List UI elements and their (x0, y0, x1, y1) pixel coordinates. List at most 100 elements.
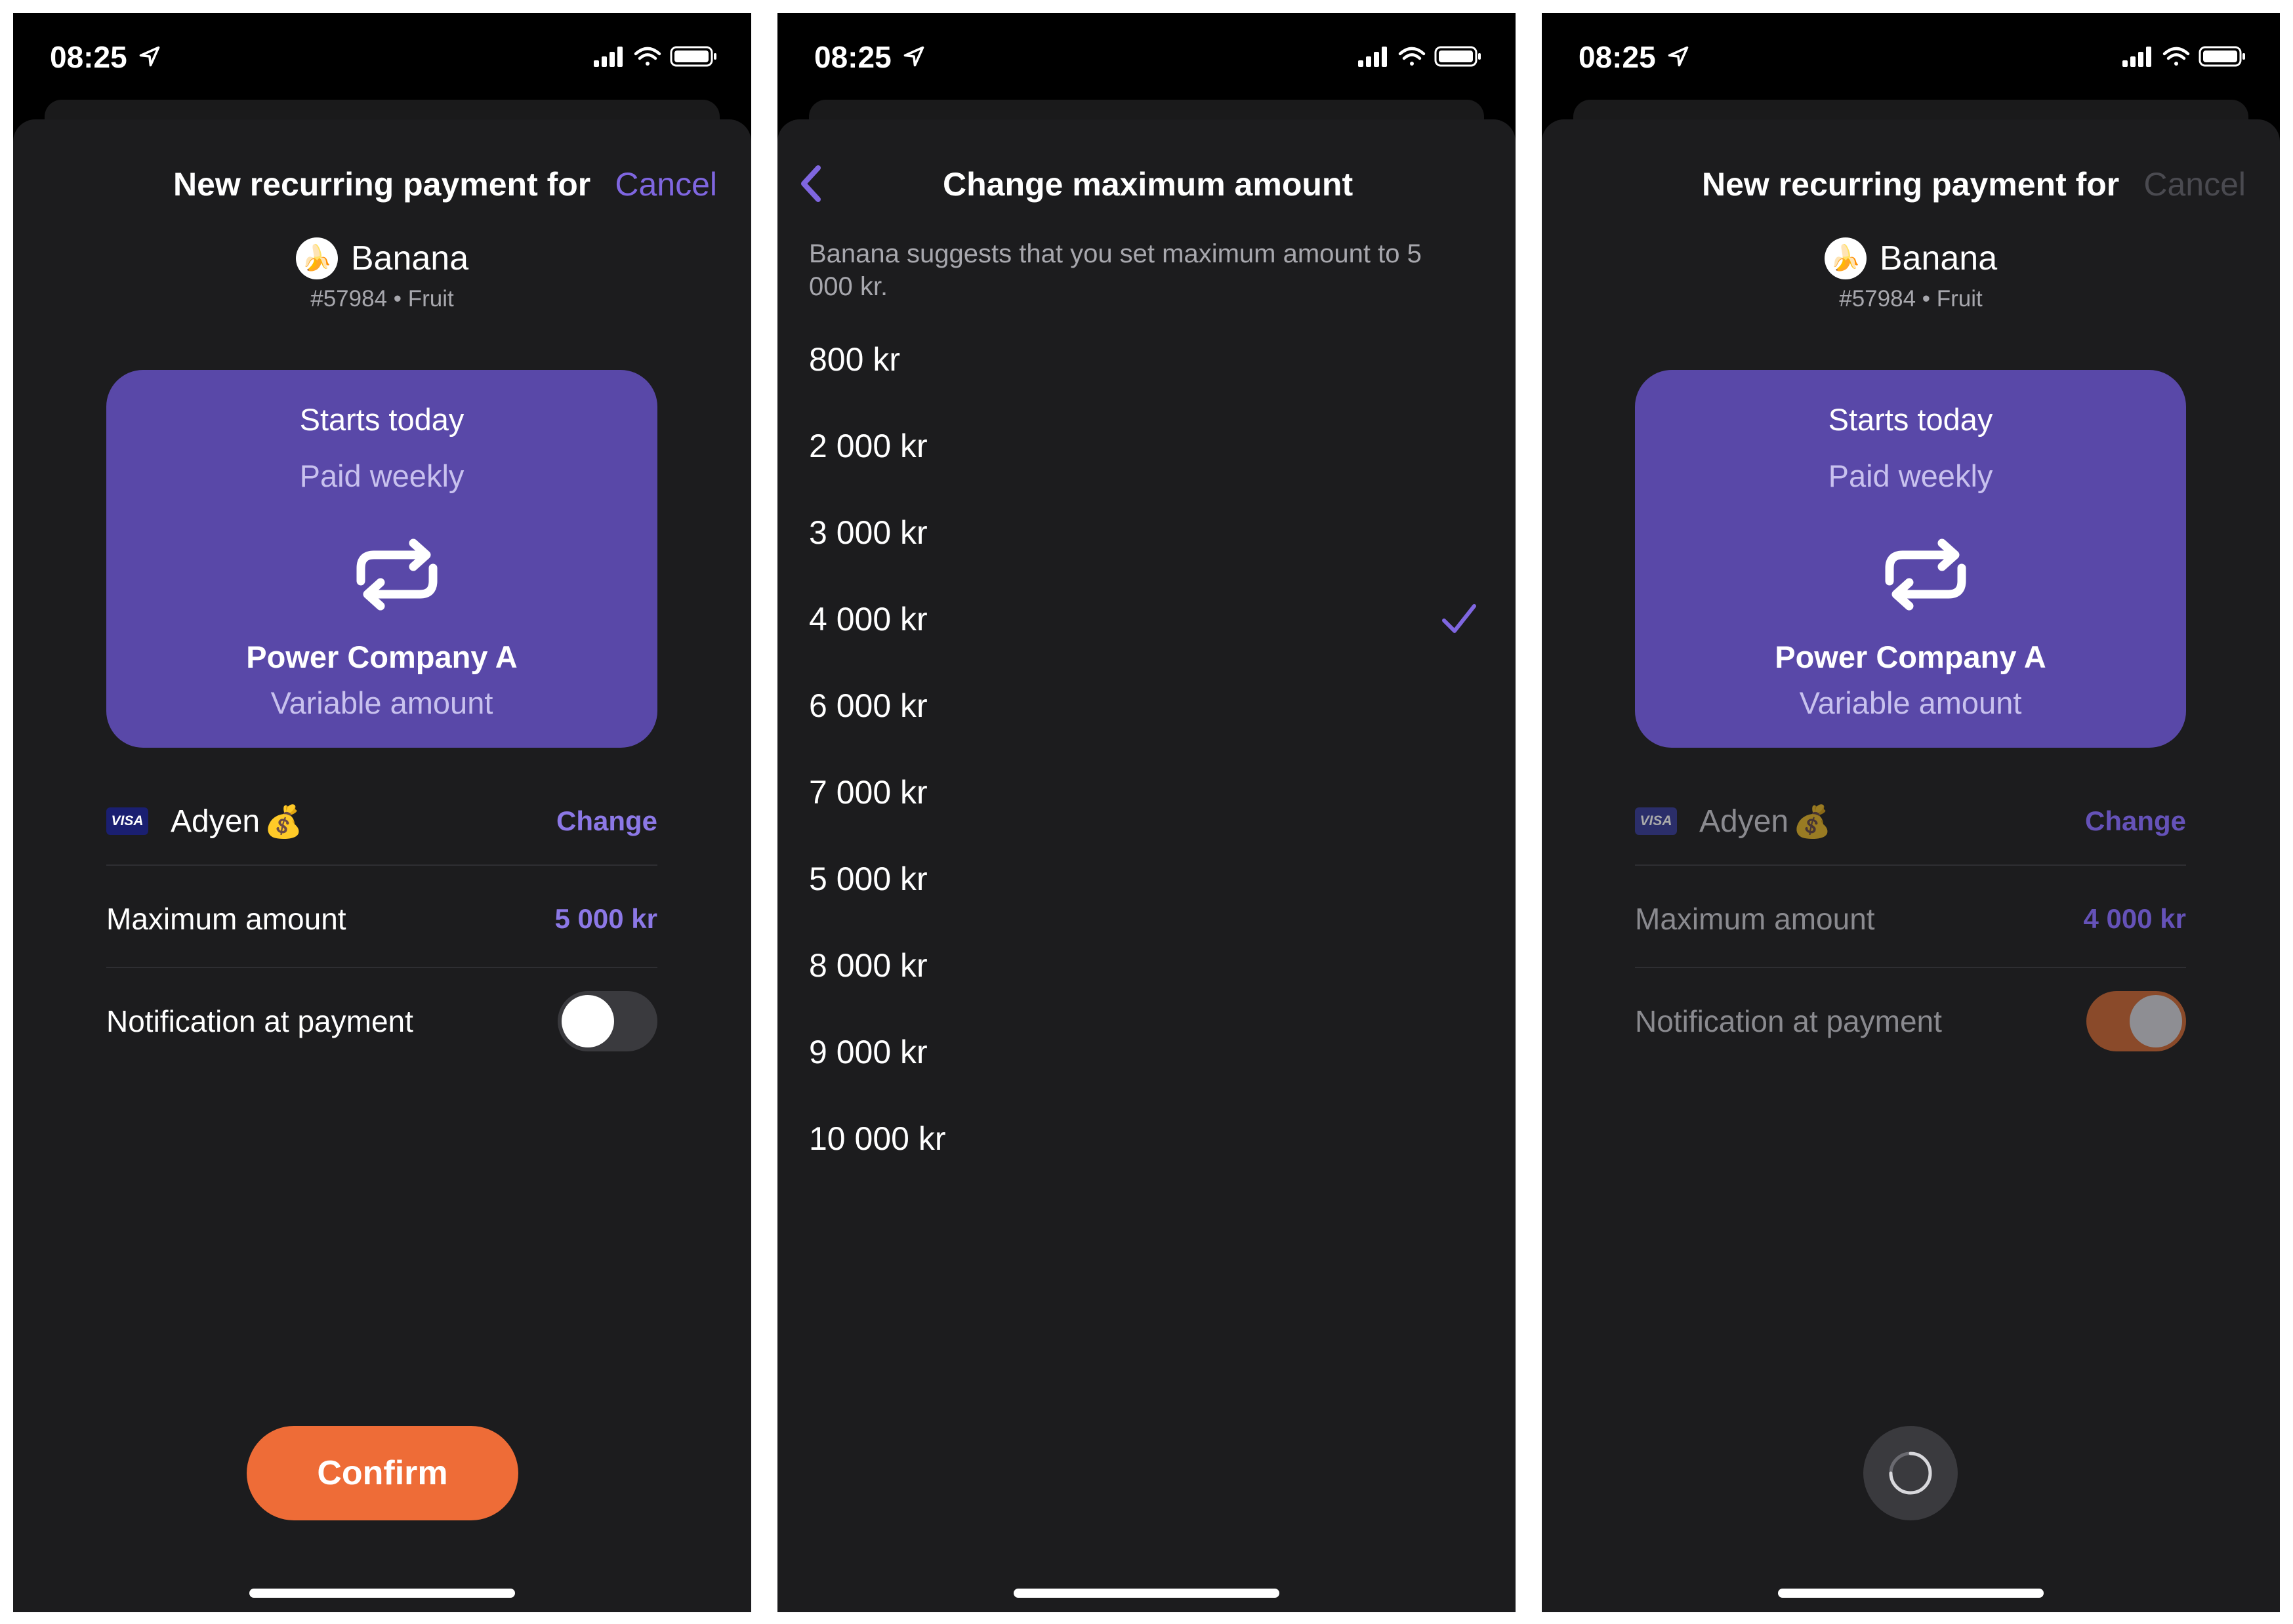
recurring-card: Starts today Paid weekly Power Company A… (1635, 370, 2186, 748)
status-bar: 08:25 (777, 13, 1516, 112)
amount-option-selected[interactable]: 4 000 kr (809, 576, 1478, 662)
location-arrow-icon (139, 46, 160, 67)
amount-option-label: 10 000 kr (809, 1120, 946, 1157)
status-bar: 08:25 (13, 13, 751, 112)
amount-option-label: 5 000 kr (809, 861, 928, 897)
amount-option[interactable]: 2 000 kr (809, 403, 1478, 489)
spinner-icon (1889, 1451, 1932, 1495)
toggle-knob (2130, 995, 2182, 1047)
status-icons (2122, 46, 2245, 67)
amount-option-label: 8 000 kr (809, 947, 928, 984)
frequency-text: Paid weekly (299, 458, 465, 493)
amount-option-label: 800 kr (809, 341, 900, 378)
status-icons (1358, 46, 1481, 67)
page-title: New recurring payment for (1702, 166, 2120, 203)
amount-type: Variable amount (1799, 685, 2022, 720)
phone-screen-3: 08:25 New recurring payment for Cancel 🍌… (1542, 13, 2280, 1612)
frequency-text: Paid weekly (1828, 458, 1993, 493)
checkmark-icon (1442, 604, 1476, 633)
amount-option-label: 3 000 kr (809, 514, 928, 551)
amount-sheet: Change maximum amount Banana suggests th… (777, 119, 1516, 1612)
status-icons (594, 46, 716, 67)
divider (1635, 967, 2186, 968)
amount-type: Variable amount (270, 685, 493, 720)
amount-option[interactable]: 7 000 kr (809, 749, 1478, 836)
repeat-icon (356, 538, 438, 611)
start-text: Starts today (299, 402, 465, 437)
notification-row: Notification at payment (106, 985, 657, 1057)
signal-icon (1358, 47, 1387, 67)
signal-icon (2122, 47, 2151, 67)
banana-icon: 🍌 (1824, 237, 1867, 279)
payment-sheet: New recurring payment for Cancel 🍌 Banan… (1542, 119, 2280, 1612)
payment-method-row: VISA Adyen 💰 Change (106, 788, 657, 854)
phone-screen-1: 08:25 New recurring payment for Cancel 🍌… (13, 13, 751, 1612)
amount-option[interactable]: 8 000 kr (809, 922, 1478, 1009)
merchant-sub: #57984 • Fruit (310, 286, 454, 312)
wifi-icon (634, 47, 661, 66)
loading-spinner (1863, 1426, 1958, 1520)
wifi-icon (1398, 47, 1426, 66)
home-indicator (1778, 1589, 2044, 1598)
notification-row: Notification at payment (1635, 985, 2186, 1057)
maximum-amount-label: Maximum amount (1635, 902, 1875, 936)
notification-toggle[interactable] (2086, 991, 2186, 1051)
banana-icon: 🍌 (295, 237, 338, 279)
battery-icon (2199, 46, 2245, 67)
amount-option[interactable]: 5 000 kr (809, 836, 1478, 922)
cancel-button[interactable]: Cancel (2143, 165, 2246, 203)
amount-option[interactable]: 10 000 kr (809, 1095, 1478, 1182)
change-button[interactable]: Change (2085, 805, 2186, 837)
page-title: New recurring payment for (173, 166, 591, 203)
change-button[interactable]: Change (556, 805, 657, 837)
location-arrow-icon (903, 46, 924, 67)
home-indicator (249, 1589, 515, 1598)
maximum-amount-label: Maximum amount (106, 902, 346, 936)
money-bag-icon: 💰 (264, 804, 303, 840)
maximum-amount-value[interactable]: 5 000 kr (555, 903, 657, 935)
signal-icon (594, 47, 623, 67)
status-time: 08:25 (50, 40, 127, 74)
confirm-button[interactable]: Confirm (247, 1426, 518, 1520)
maximum-amount-row[interactable]: Maximum amount 5 000 kr (106, 883, 657, 955)
status-time: 08:25 (814, 40, 892, 74)
maximum-amount-row[interactable]: Maximum amount 4 000 kr (1635, 883, 2186, 955)
amount-option-label: 2 000 kr (809, 428, 928, 464)
amount-option[interactable]: 6 000 kr (809, 662, 1478, 749)
amount-option[interactable]: 3 000 kr (809, 489, 1478, 576)
status-time: 08:25 (1579, 40, 1656, 74)
merchant-info: 🍌 Banana #57984 • Fruit (1542, 237, 2280, 312)
suggestion-text: Banana suggests that you set maximum amo… (809, 239, 1422, 301)
notification-toggle[interactable] (558, 991, 657, 1051)
cancel-button[interactable]: Cancel (615, 165, 717, 203)
amount-option-label: 9 000 kr (809, 1034, 928, 1070)
merchant-name: Banana (1879, 239, 1998, 277)
amount-option-label: 7 000 kr (809, 774, 928, 811)
battery-icon (670, 46, 716, 67)
company-name: Power Company A (246, 639, 518, 674)
phone-screen-2: 08:25 Change maximum amount Banana sugge… (777, 13, 1516, 1612)
start-text: Starts today (1828, 402, 1993, 437)
amount-option[interactable]: 9 000 kr (809, 1009, 1478, 1095)
payment-method-name: Adyen (171, 803, 260, 839)
visa-icon: VISA (106, 807, 148, 835)
amount-option-label: 4 000 kr (809, 601, 928, 638)
battery-icon (1434, 46, 1481, 67)
page-title: Change maximum amount (943, 166, 1353, 203)
wifi-icon (2162, 47, 2190, 66)
merchant-sub: #57984 • Fruit (1839, 286, 1983, 312)
notification-label: Notification at payment (1635, 1004, 1942, 1038)
visa-icon: VISA (1635, 807, 1677, 835)
money-bag-icon: 💰 (1792, 804, 1832, 840)
payment-method-name: Adyen (1699, 803, 1789, 839)
maximum-amount-value[interactable]: 4 000 kr (2084, 903, 2186, 935)
status-bar: 08:25 (1542, 13, 2280, 112)
notification-label: Notification at payment (106, 1004, 413, 1038)
payment-sheet: New recurring payment for Cancel 🍌 Banan… (13, 119, 751, 1612)
toggle-knob (562, 995, 614, 1047)
recurring-card: Starts today Paid weekly Power Company A… (106, 370, 657, 748)
merchant-info: 🍌 Banana #57984 • Fruit (13, 237, 751, 312)
back-chevron-icon[interactable] (792, 157, 831, 210)
divider (1635, 864, 2186, 866)
amount-option[interactable]: 800 kr (809, 316, 1478, 403)
